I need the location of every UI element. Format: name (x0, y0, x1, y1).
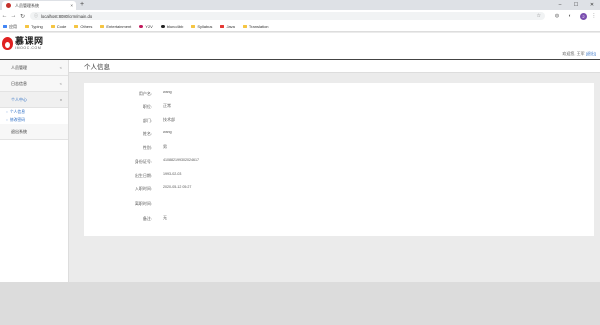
folder-icon (25, 24, 29, 29)
chevron-left-icon: < (59, 65, 62, 70)
field-row: 出生日期: 1993-02-03 (134, 172, 182, 178)
bookmark-apps[interactable]: 应用 (3, 24, 17, 30)
bookmark-link[interactable]: Java (220, 24, 235, 29)
field-row: 姓名: wang (142, 130, 172, 136)
field-row: 身份证号: 410882199302024617 (134, 158, 199, 164)
bookmark-link[interactable]: bluno4bb (160, 24, 183, 29)
app-header: 慕课网 IMOOC.COM 欢迎您, 王军 [退出] (0, 33, 600, 59)
sidebar-subitem-change-password[interactable]: ○ 修改密码 (0, 116, 68, 124)
folder-icon (191, 24, 196, 29)
field-row: 入职时间: 2020-05-12 05:27 (134, 185, 192, 191)
circle-icon: ○ (6, 110, 8, 114)
welcome-text: 欢迎您, 王军 [退出] (562, 51, 596, 56)
chevron-left-icon: < (59, 81, 62, 86)
sidebar-subitem-personal-info[interactable]: ○ 个人信息 (0, 108, 68, 116)
maximize-icon[interactable]: ☐ (568, 0, 584, 10)
browser-tab-bar: 人员管理系统 × + – ☐ ✕ (0, 0, 600, 10)
bookmark-link[interactable]: Y2V (139, 24, 153, 29)
info-icon[interactable]: ⓘ (34, 13, 38, 19)
field-row: 离职时间: (134, 201, 152, 206)
extension-icon[interactable]: ◍ (553, 12, 561, 20)
field-row: 部门: 技术部 (142, 117, 175, 123)
forward-icon[interactable]: → (9, 13, 18, 19)
circle-icon: ○ (6, 118, 8, 122)
sidebar-item-staff[interactable]: 人员管理 < (0, 60, 68, 76)
field-row: 职位: 正常 (142, 103, 171, 109)
tab-title: 人员管理系统 (15, 2, 39, 8)
bookmark-folder[interactable]: Syllabus (191, 24, 212, 29)
tab-favicon-icon (6, 3, 11, 8)
flame-logo-icon (2, 37, 13, 50)
bookmark-folder[interactable]: Code (50, 24, 66, 29)
tab-close-icon[interactable]: × (70, 3, 73, 8)
page-footer-area (0, 282, 600, 325)
bookmark-folder[interactable]: Entertainment (100, 24, 131, 29)
bookmark-folder[interactable]: Translation (242, 24, 269, 29)
logo-title: 慕课网 (15, 36, 44, 46)
folder-icon (242, 24, 247, 29)
java-icon (220, 24, 225, 29)
profile-card: 用户名: wang 职位: 正常 部门: 技术部 姓名: wang 性别: 男 … (84, 83, 594, 236)
browser-tab[interactable]: 人员管理系统 × (2, 1, 76, 10)
menu-kebab-icon[interactable]: ⋮ (590, 12, 598, 20)
browser-toolbar: ← → ↻ ⓘ localhost:8080/crm/main.do ☆ (0, 10, 600, 22)
reload-icon[interactable]: ↻ (18, 13, 27, 20)
github-icon (160, 24, 165, 29)
sidebar-item-logs[interactable]: 日志信息 < (0, 76, 68, 92)
field-row: 性别: 男 (142, 144, 167, 150)
folder-icon (100, 24, 105, 29)
folder-icon (50, 24, 55, 29)
field-row: 备注: 无 (142, 215, 167, 221)
sidebar: 人员管理 < 日志信息 < 个人中心 v ○ 个人信息 ○ 修改密码 退出系统 (0, 60, 69, 282)
bookmark-folder[interactable]: Typing (25, 24, 43, 29)
profile-avatar[interactable]: 2 (580, 12, 587, 20)
bookmarks-bar: 应用 Typing Code Others Entertainment Y2V … (0, 22, 600, 32)
bookmark-folder[interactable]: Others (74, 24, 92, 29)
site-icon (139, 24, 144, 29)
page-title-bar: 个人信息 (69, 60, 600, 73)
extension-icon[interactable]: ◐ (566, 12, 574, 20)
url-text: localhost:8080/crm/main.do (41, 13, 93, 19)
minimize-icon[interactable]: – (552, 0, 568, 10)
sidebar-item-profile-center[interactable]: 个人中心 v (0, 92, 68, 108)
apps-icon (3, 24, 7, 29)
address-bar[interactable]: ⓘ localhost:8080/crm/main.do ☆ (30, 12, 545, 20)
new-tab-icon[interactable]: + (80, 1, 84, 9)
close-window-icon[interactable]: ✕ (584, 0, 600, 10)
field-row: 用户名: wang (138, 90, 172, 96)
folder-icon (74, 24, 79, 29)
sidebar-item-logout[interactable]: 退出系统 (0, 124, 68, 140)
back-icon[interactable]: ← (0, 13, 9, 19)
chevron-down-icon: v (60, 97, 62, 102)
logout-link[interactable]: [退出] (586, 51, 596, 56)
main-content: 个人信息 用户名: wang 职位: 正常 部门: 技术部 姓名: wang 性… (69, 60, 600, 282)
logo[interactable]: 慕课网 IMOOC.COM (2, 37, 44, 50)
logo-subtitle: IMOOC.COM (15, 46, 42, 50)
page-title: 个人信息 (84, 64, 110, 71)
bookmark-star-icon[interactable]: ☆ (537, 12, 541, 20)
